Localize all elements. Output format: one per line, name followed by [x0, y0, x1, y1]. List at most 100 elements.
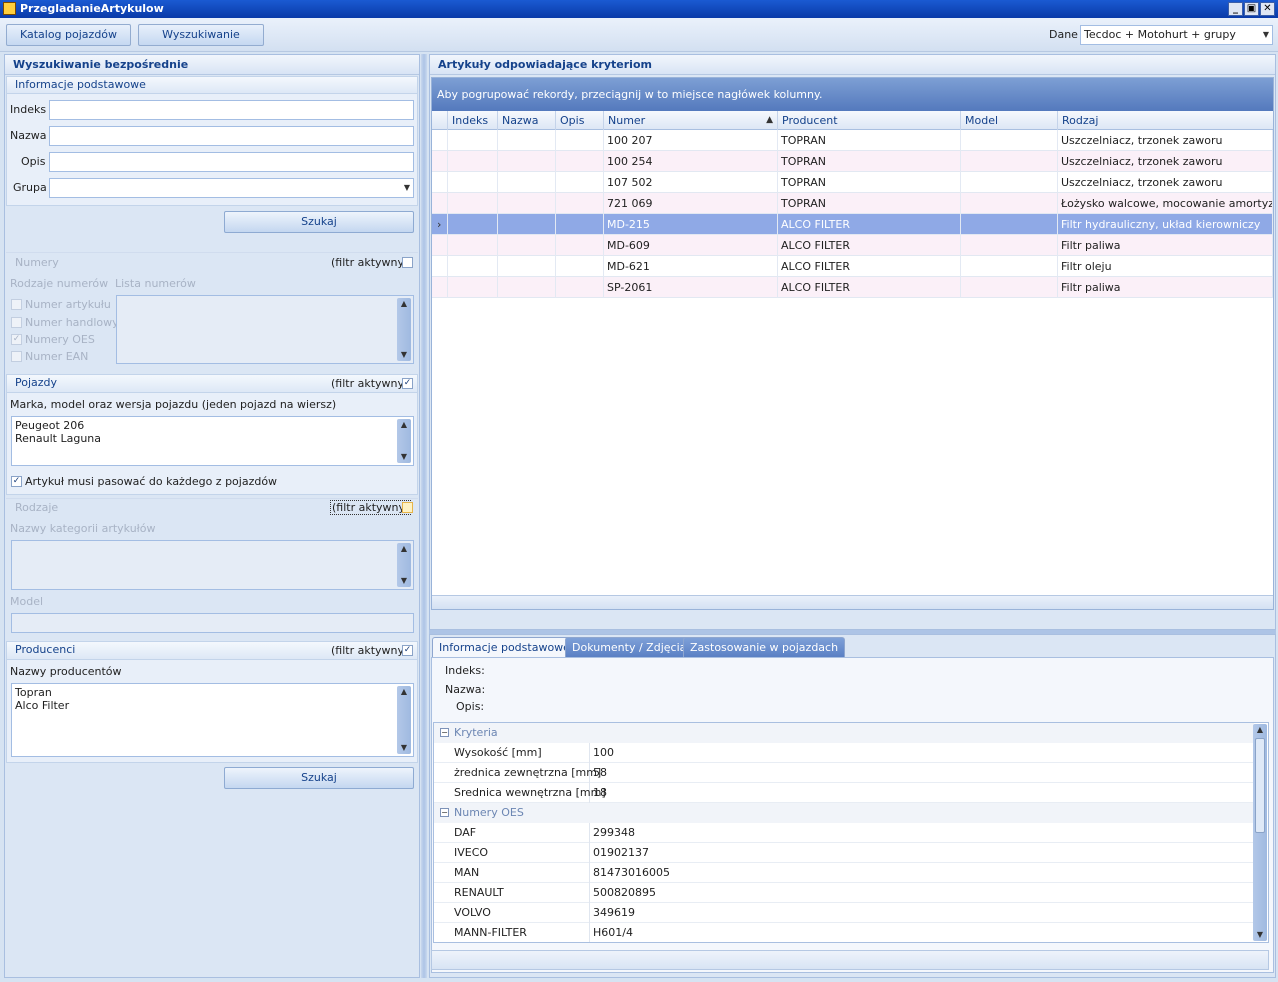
model-input[interactable]: [11, 613, 414, 633]
row-indicator[interactable]: [432, 130, 448, 151]
numbers-filter-label: (filtr aktywny): [331, 256, 409, 269]
scroll-down-icon[interactable]: ▼: [397, 742, 411, 754]
property-row[interactable]: żrednica zewnętrzna [mm] 58: [434, 763, 1254, 783]
table-row[interactable]: MD-621 ALCO FILTER Filtr oleju: [432, 256, 1273, 277]
row-indicator[interactable]: [432, 193, 448, 214]
property-value: 500820895: [593, 886, 656, 899]
row-indicator[interactable]: [432, 172, 448, 193]
table-row[interactable]: 107 502 TOPRAN Uszczelniacz, trzonek zawor…: [432, 172, 1273, 193]
scroll-up-icon[interactable]: ▲: [397, 419, 411, 431]
row-indicator[interactable]: [432, 277, 448, 298]
col-rodzaj[interactable]: Rodzaj: [1058, 111, 1273, 130]
property-row[interactable]: RENAULT 500820895: [434, 883, 1254, 903]
row-indicator[interactable]: [432, 256, 448, 277]
data-source-select[interactable]: Tecdoc + Motohurt + grupy ▼: [1080, 25, 1273, 45]
property-key: DAF: [454, 823, 590, 843]
catalog-button[interactable]: Katalog pojazdów: [6, 24, 131, 46]
producers-filter-checkbox[interactable]: ✓: [402, 645, 413, 656]
row-indicator[interactable]: [432, 235, 448, 256]
collapse-icon[interactable]: −: [440, 808, 449, 817]
scroll-up-icon[interactable]: ▲: [397, 543, 411, 555]
scroll-down-icon[interactable]: ▼: [397, 349, 411, 361]
tab-basic-info[interactable]: Informacje podstawowe: [432, 637, 577, 658]
chevron-down-icon: ▼: [403, 183, 410, 192]
col-opis[interactable]: Opis: [556, 111, 604, 130]
cell-nazwa: [498, 277, 556, 298]
scroll-down-icon[interactable]: ▼: [397, 575, 411, 587]
scroll-thumb[interactable]: [1255, 738, 1265, 833]
cell-numer: 100 254: [604, 151, 778, 172]
property-row[interactable]: MAN 81473016005: [434, 863, 1254, 883]
row-indicator[interactable]: [432, 151, 448, 172]
vehicles-textarea[interactable]: Peugeot 206 Renault Laguna ▲ ▼: [11, 416, 414, 466]
property-category[interactable]: − Kryteria: [434, 723, 1254, 743]
nazwa-input[interactable]: [49, 126, 414, 146]
scroll-down-icon[interactable]: ▼: [397, 451, 411, 463]
table-row[interactable]: 100 254 TOPRAN Uszczelniacz, trzonek zawor…: [432, 151, 1273, 172]
number-list-scrollbar[interactable]: ▲ ▼: [397, 298, 411, 361]
search-button-top[interactable]: Szukaj: [224, 211, 414, 233]
number-type-checkbox-0[interactable]: [11, 299, 22, 310]
tab-vehicle-usage[interactable]: Zastosowanie w pojazdach: [683, 637, 846, 657]
vehicles-filter-checkbox[interactable]: ✓: [402, 378, 413, 389]
property-row[interactable]: DAF 299348: [434, 823, 1254, 843]
row-indicator-header: [432, 111, 448, 130]
property-row[interactable]: IVECO 01902137: [434, 843, 1254, 863]
property-category-name: Numery OES: [454, 806, 524, 819]
row-indicator[interactable]: ›: [432, 214, 448, 235]
table-row[interactable]: › MD-215 ALCO FILTER Filtr hydrauliczny, uk…: [432, 214, 1273, 235]
table-row[interactable]: MD-609 ALCO FILTER Filtr paliwa: [432, 235, 1273, 256]
producers-textarea[interactable]: Topran Alco Filter ▲ ▼: [11, 683, 414, 757]
search-button-bottom[interactable]: Szukaj: [224, 767, 414, 789]
property-row[interactable]: Srednica wewnętrzna [mm] 18: [434, 783, 1254, 803]
collapse-icon[interactable]: −: [440, 728, 449, 737]
vehicles-scrollbar[interactable]: ▲ ▼: [397, 419, 411, 463]
search-mode-button[interactable]: Wyszukiwanie: [138, 24, 264, 46]
restore-button[interactable]: ▣: [1244, 2, 1259, 16]
grupa-select[interactable]: ▼: [49, 178, 414, 198]
producers-scrollbar[interactable]: ▲ ▼: [397, 686, 411, 754]
scroll-up-icon[interactable]: ▲: [1253, 724, 1267, 736]
window-title: PrzegladanieArtykulow: [20, 2, 164, 15]
close-button[interactable]: ✕: [1260, 2, 1275, 16]
property-key: RENAULT: [454, 883, 590, 903]
property-row[interactable]: MANN-FILTER H601/4: [434, 923, 1254, 942]
col-nazwa[interactable]: Nazwa: [498, 111, 556, 130]
property-key: Srednica wewnętrzna [mm]: [454, 783, 606, 803]
property-grid-scrollbar[interactable]: ▲ ▼: [1253, 724, 1267, 941]
vertical-splitter[interactable]: [421, 54, 427, 978]
match-all-checkbox[interactable]: ✓: [11, 476, 22, 487]
property-value: 81473016005: [593, 866, 670, 879]
col-producent[interactable]: Producent: [778, 111, 961, 130]
detail-nazwa-label: Nazwa:: [445, 683, 486, 696]
table-row[interactable]: 721 069 TOPRAN Łożysko walcowe, mocowanie …: [432, 193, 1273, 214]
number-type-checkbox-1[interactable]: [11, 317, 22, 328]
table-row[interactable]: 100 207 TOPRAN Uszczelniacz, trzonek zawor…: [432, 130, 1273, 151]
opis-input[interactable]: [49, 152, 414, 172]
tab-documents[interactable]: Dokumenty / Zdjęcia: [565, 637, 694, 657]
number-list-textarea[interactable]: ▲ ▼: [116, 295, 414, 364]
scroll-up-icon[interactable]: ▲: [397, 686, 411, 698]
kinds-scrollbar[interactable]: ▲ ▼: [397, 543, 411, 587]
kinds-filter-checkbox[interactable]: [402, 502, 413, 513]
cell-producent: ALCO FILTER: [778, 235, 961, 256]
kinds-textarea[interactable]: ▲ ▼: [11, 540, 414, 590]
number-type-checkbox-2[interactable]: ✓: [11, 334, 22, 345]
property-row[interactable]: VOLVO 349619: [434, 903, 1254, 923]
col-numer[interactable]: Numer ▲: [604, 111, 778, 130]
property-row[interactable]: Wysokość [mm] 100: [434, 743, 1254, 763]
property-category[interactable]: − Numery OES: [434, 803, 1254, 823]
number-type-checkbox-3[interactable]: [11, 351, 22, 362]
scroll-down-icon[interactable]: ▼: [1253, 929, 1267, 941]
col-model[interactable]: Model: [961, 111, 1058, 130]
numbers-filter-checkbox[interactable]: [402, 257, 413, 268]
cell-opis: [556, 130, 604, 151]
col-indeks[interactable]: Indeks: [448, 111, 498, 130]
cell-model: [961, 172, 1058, 193]
producer-line-0: Topran: [15, 686, 52, 699]
indeks-input[interactable]: [49, 100, 414, 120]
minimize-button[interactable]: _: [1228, 2, 1243, 16]
property-key: MAN: [454, 863, 590, 883]
scroll-up-icon[interactable]: ▲: [397, 298, 411, 310]
table-row[interactable]: SP-2061 ALCO FILTER Filtr paliwa: [432, 277, 1273, 298]
